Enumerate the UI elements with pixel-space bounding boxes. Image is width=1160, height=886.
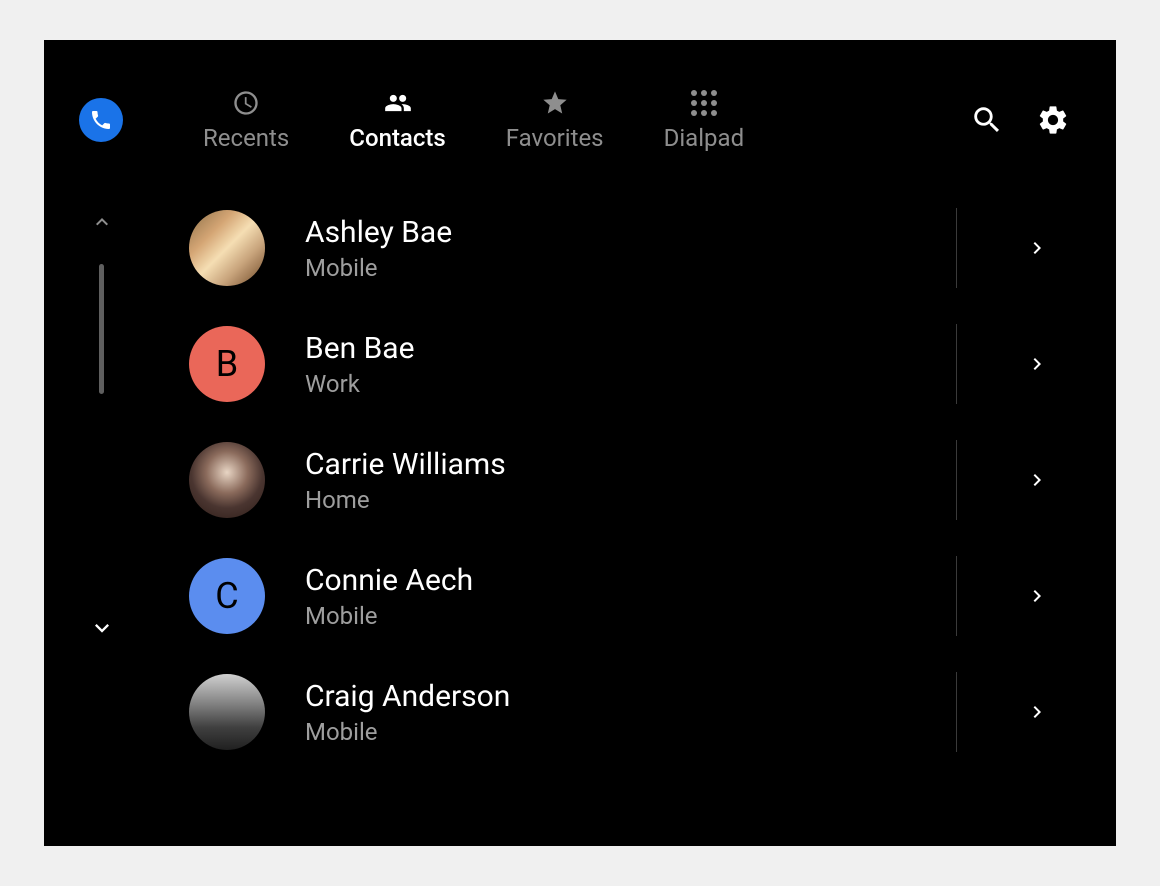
dialpad-icon [689,88,719,118]
contact-detail-button[interactable] [956,556,1116,636]
contact-main[interactable]: C Connie Aech Mobile [159,558,956,634]
contact-name: Carrie Williams [305,447,506,482]
contact-main[interactable]: Ashley Bae Mobile [159,210,956,286]
chevron-down-icon [88,614,116,642]
contact-detail-button[interactable] [956,324,1116,404]
contact-row[interactable]: Ashley Bae Mobile [159,190,1116,306]
chevron-right-icon [1025,700,1049,724]
chevron-up-icon [90,210,114,234]
avatar [189,210,265,286]
search-button[interactable] [969,102,1005,138]
contact-info: Craig Anderson Mobile [305,679,510,746]
settings-button[interactable] [1035,102,1071,138]
contact-info: Connie Aech Mobile [305,563,473,630]
tab-dialpad[interactable]: Dialpad [634,88,775,152]
avatar: C [189,558,265,634]
chevron-right-icon [1025,236,1049,260]
avatar [189,674,265,750]
contact-name: Connie Aech [305,563,473,598]
chevron-right-icon [1025,352,1049,376]
contact-info: Carrie Williams Home [305,447,506,514]
phone-app: Recents Contacts Favorites [44,40,1116,846]
contact-info: Ben Bae Work [305,331,415,398]
avatar: B [189,326,265,402]
contact-type: Mobile [305,254,452,282]
tab-label: Favorites [506,124,604,152]
tab-contacts[interactable]: Contacts [319,88,475,152]
content-area: Ashley Bae Mobile B Ben Bae Work Carrie Willi… [44,160,1116,846]
contact-row[interactable]: B Ben Bae Work [159,306,1116,422]
phone-app-icon[interactable] [79,98,123,142]
tab-favorites[interactable]: Favorites [476,88,634,152]
contact-type: Work [305,370,415,398]
star-icon [540,88,570,118]
gear-icon [1036,103,1070,137]
contact-name: Ben Bae [305,331,415,366]
contact-main[interactable]: B Ben Bae Work [159,326,956,402]
contact-row[interactable]: Carrie Williams Home [159,422,1116,538]
contact-row[interactable]: Craig Anderson Mobile [159,654,1116,770]
chevron-right-icon [1025,468,1049,492]
search-icon [970,103,1004,137]
contact-name: Ashley Bae [305,215,452,250]
tab-recents[interactable]: Recents [173,88,319,152]
tabs-bar: Recents Contacts Favorites [173,88,969,152]
avatar [189,442,265,518]
contact-type: Mobile [305,602,473,630]
contacts-list[interactable]: Ashley Bae Mobile B Ben Bae Work Carrie Willi… [159,190,1116,846]
chevron-right-icon [1025,584,1049,608]
contact-type: Mobile [305,718,510,746]
contact-name: Craig Anderson [305,679,510,714]
people-icon [383,88,413,118]
contact-detail-button[interactable] [956,672,1116,752]
contact-info: Ashley Bae Mobile [305,215,452,282]
contact-detail-button[interactable] [956,440,1116,520]
scroll-up-button[interactable] [90,210,114,234]
contact-main[interactable]: Carrie Williams Home [159,442,956,518]
contact-row[interactable]: C Connie Aech Mobile [159,538,1116,654]
contact-main[interactable]: Craig Anderson Mobile [159,674,956,750]
tab-label: Recents [203,124,289,152]
scrollbar-thumb[interactable] [99,264,104,394]
contact-detail-button[interactable] [956,208,1116,288]
top-bar: Recents Contacts Favorites [44,40,1116,160]
clock-icon [231,88,261,118]
tab-label: Dialpad [664,124,745,152]
scroll-down-button[interactable] [88,614,116,646]
contact-type: Home [305,486,506,514]
tab-label: Contacts [349,124,445,152]
scroll-indicator [44,190,159,846]
top-actions [969,102,1071,138]
